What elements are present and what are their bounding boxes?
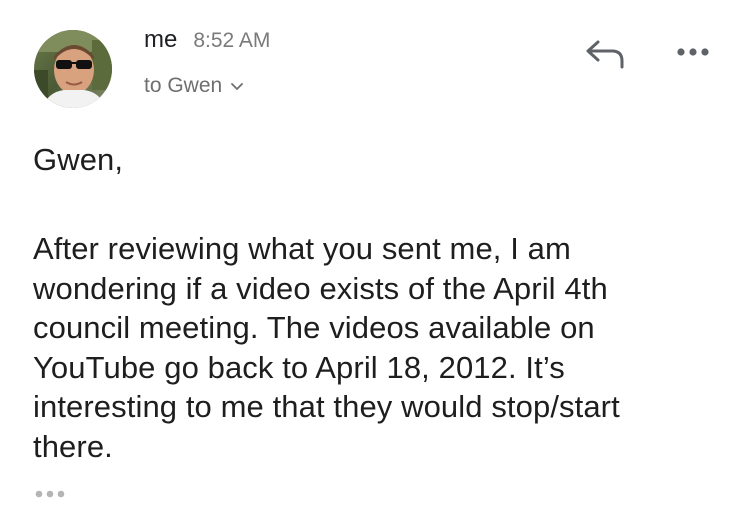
message-greeting: Gwen, bbox=[33, 142, 124, 177]
chevron-down-icon bbox=[230, 79, 244, 93]
more-horizontal-icon bbox=[677, 48, 709, 56]
reply-arrow-icon bbox=[586, 40, 624, 69]
sender-name: me bbox=[144, 26, 178, 53]
reply-button[interactable] bbox=[582, 32, 632, 72]
sender-line: me 8:52 AM bbox=[144, 26, 270, 62]
sender-avatar[interactable] bbox=[34, 30, 112, 108]
recipient-details-toggle[interactable]: to Gwen bbox=[144, 74, 244, 98]
recipient-label: to Gwen bbox=[144, 74, 223, 97]
message-paragraph: After reviewing what you sent me, I am w… bbox=[33, 229, 723, 466]
body-line: interesting to me that they would stop/s… bbox=[33, 389, 620, 424]
message-header: me 8:52 AM to Gwen bbox=[0, 0, 750, 130]
body-line: YouTube go back to April 18, 2012. It’s bbox=[33, 349, 565, 385]
body-line: council meeting. The videos available on bbox=[33, 310, 595, 345]
show-trimmed-content-button[interactable] bbox=[33, 486, 73, 502]
more-options-button[interactable] bbox=[672, 36, 722, 68]
body-line: there. bbox=[33, 428, 113, 464]
body-line: wondering if a video exists of the April… bbox=[33, 270, 608, 306]
sent-time: 8:52 AM bbox=[193, 29, 271, 52]
show-trimmed-content-icon bbox=[35, 490, 65, 498]
avatar-photo bbox=[34, 30, 112, 108]
body-line: After reviewing what you sent me, I am bbox=[33, 231, 571, 266]
message-body: Gwen, After reviewing what you sent me, … bbox=[33, 140, 723, 466]
